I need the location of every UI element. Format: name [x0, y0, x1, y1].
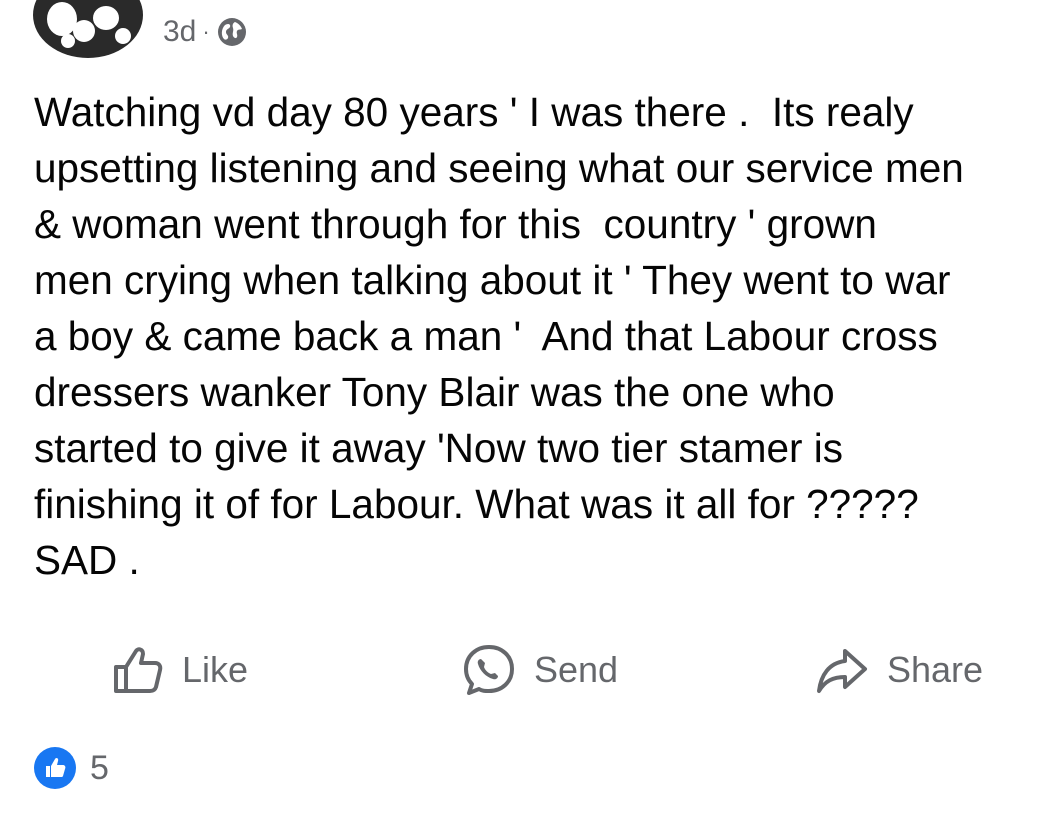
- globe-icon[interactable]: [216, 16, 248, 48]
- thumbs-up-icon: [114, 647, 163, 693]
- send-label: Send: [534, 649, 619, 690]
- share-arrow-icon: [817, 649, 867, 693]
- send-button[interactable]: Send: [462, 638, 618, 702]
- avatar[interactable]: [33, 0, 143, 58]
- post-text: Watching vd day 80 years ' I was there .…: [34, 89, 964, 583]
- share-label: Share: [887, 649, 984, 690]
- like-icon: [34, 747, 76, 789]
- post-meta: 3d ·: [163, 12, 248, 52]
- post-header: 3d ·: [0, 0, 1062, 70]
- reaction-count: 5: [90, 748, 109, 787]
- share-button[interactable]: Share: [815, 638, 983, 702]
- like-label: Like: [182, 649, 249, 690]
- post-actions: Like Send Share: [0, 638, 1062, 702]
- meta-separator: ·: [202, 19, 210, 44]
- like-button[interactable]: Like: [110, 638, 248, 702]
- post-card: 3d · Watching vd day 80 years ' I was th…: [0, 0, 1062, 818]
- post-timestamp[interactable]: 3d: [163, 15, 196, 49]
- messenger-icon: [464, 645, 514, 695]
- reactions-summary[interactable]: 5: [34, 746, 109, 790]
